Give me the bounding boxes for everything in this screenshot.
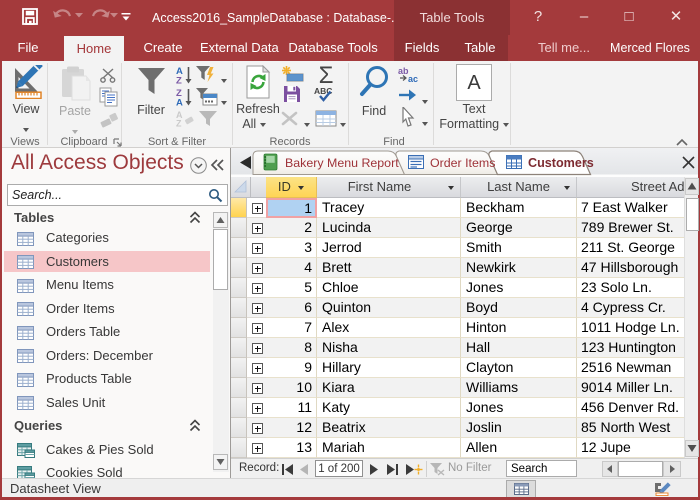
svg-text:Order Items: Order Items [430,156,495,170]
svg-text:ac: ac [408,74,418,83]
svg-text:A: A [176,98,183,107]
svg-text:Z: Z [176,76,182,85]
svg-text:Z: Z [176,119,182,128]
svg-text:Bakery Menu Report: Bakery Menu Report [285,156,399,170]
svg-text:Customers: Customers [528,156,594,170]
